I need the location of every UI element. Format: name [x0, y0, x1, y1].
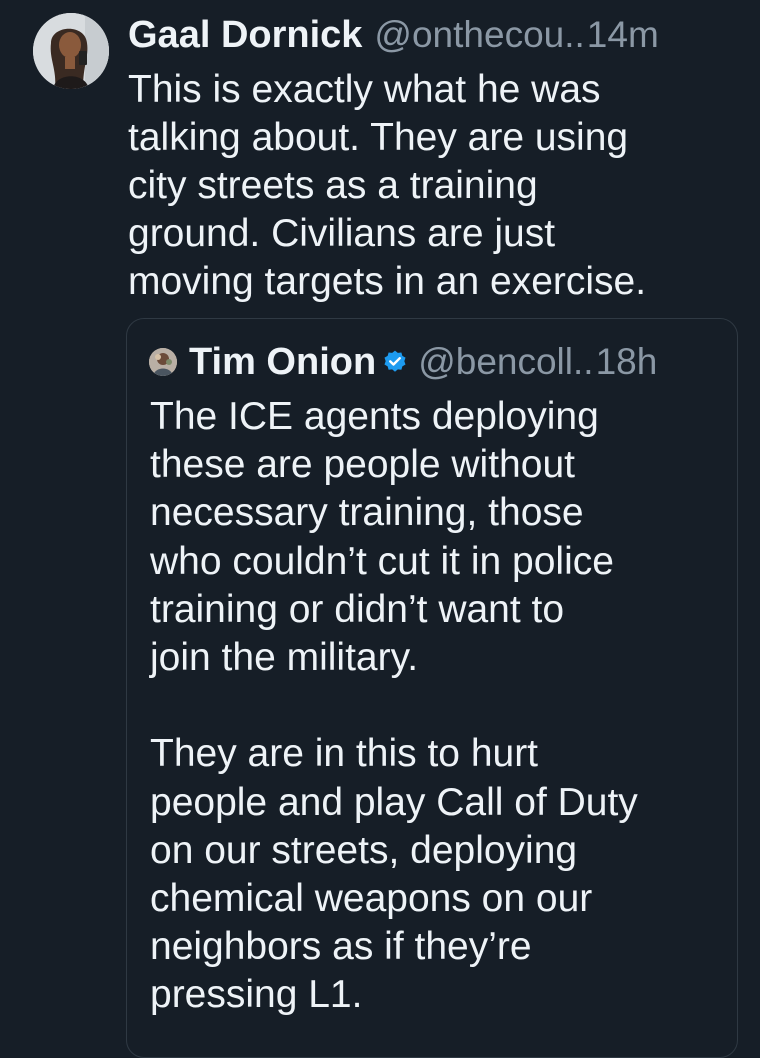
- quoted-author-handle[interactable]: @bencoll..: [418, 341, 593, 383]
- quoted-author-avatar[interactable]: [149, 348, 177, 376]
- post-timestamp[interactable]: 14m: [587, 14, 659, 56]
- quoted-post-header: Tim Onion @bencoll.. 18h: [149, 339, 729, 385]
- author-display-name[interactable]: Gaal Dornick: [128, 14, 362, 57]
- quoted-post-text: The ICE agents deploying these are peopl…: [150, 395, 638, 1017]
- post-header: Gaal Dornick @onthecou.. 14m: [128, 14, 748, 60]
- quoted-author-display-name[interactable]: Tim Onion: [189, 341, 376, 384]
- user-avatar-small-icon: [149, 348, 177, 376]
- quoted-post-timestamp[interactable]: 18h: [596, 341, 658, 383]
- author-handle[interactable]: @onthecou..: [374, 14, 584, 56]
- quoted-post[interactable]: Tim Onion @bencoll.. 18h The ICE agents …: [126, 318, 738, 1058]
- user-avatar-icon: [33, 13, 109, 89]
- author-avatar[interactable]: [33, 13, 109, 89]
- post-text: This is exactly what he was talking abou…: [128, 68, 647, 303]
- post[interactable]: Gaal Dornick @onthecou.. 14m This is exa…: [0, 0, 760, 1058]
- verified-badge-icon: [384, 350, 406, 372]
